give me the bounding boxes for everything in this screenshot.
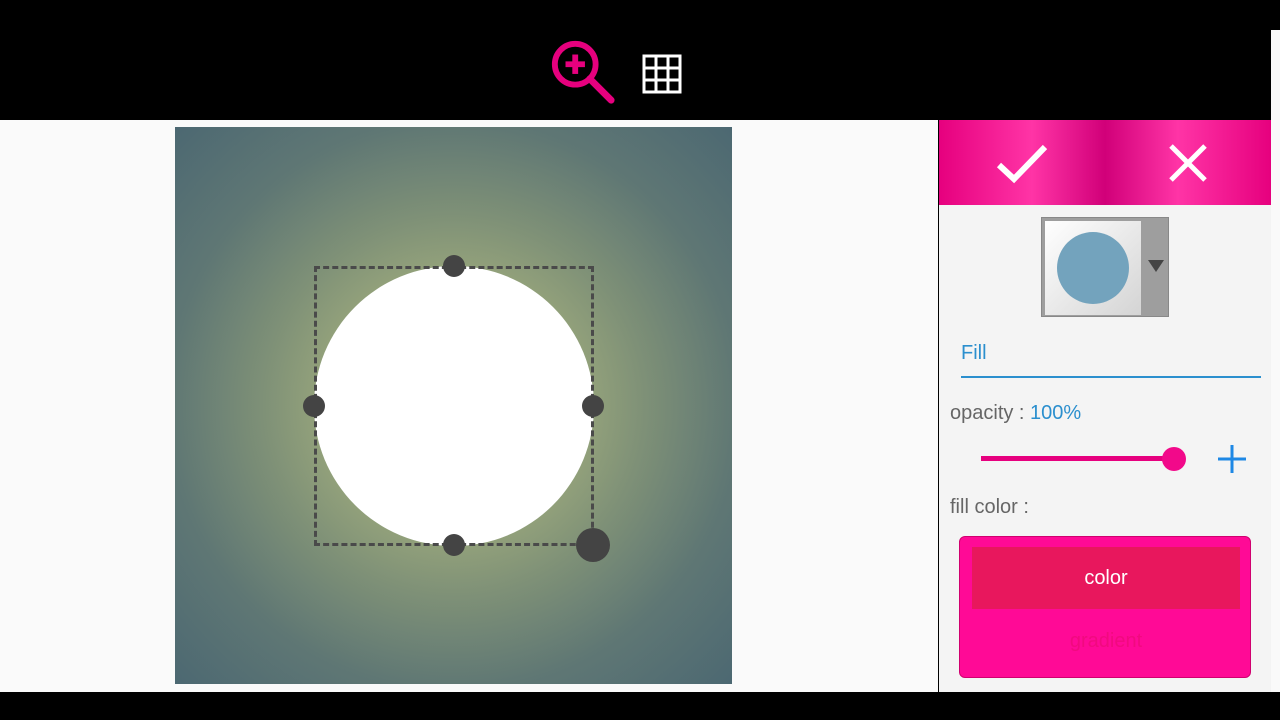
action-bar (939, 120, 1271, 205)
resize-handle-top[interactable] (443, 255, 465, 277)
resize-handle-left[interactable] (303, 395, 325, 417)
top-toolbar (0, 0, 1280, 120)
drawing-canvas[interactable] (175, 127, 732, 684)
gradient-option[interactable]: gradient (972, 617, 1240, 665)
check-icon (996, 144, 1048, 183)
grid-toggle-button[interactable] (636, 50, 688, 98)
slider-thumb[interactable] (1162, 447, 1186, 471)
panel-edge (1271, 30, 1280, 692)
dropdown-arrow-icon (1148, 260, 1164, 272)
fill-color-label: fill color : (950, 496, 1029, 518)
opacity-value: 100% (1030, 402, 1082, 424)
shape-properties-panel: Fill opacity : 100% fill color : color g… (939, 120, 1271, 692)
fill-color-picker: color gradient (959, 536, 1251, 678)
color-option[interactable]: color (972, 547, 1240, 609)
zoom-in-icon (551, 40, 615, 104)
opacity-label-text: opacity : (950, 402, 1031, 424)
resize-handle-bottom[interactable] (443, 534, 465, 556)
tab-fill-indicator (961, 376, 1261, 378)
shape-preview (1045, 221, 1141, 315)
tab-fill[interactable]: Fill (961, 342, 987, 365)
opacity-label: opacity : 100% (950, 402, 1081, 425)
slider-fill (981, 456, 1174, 461)
zoom-in-button[interactable] (549, 38, 617, 106)
bottom-bar (0, 692, 1280, 720)
circle-shape-icon (1057, 232, 1129, 304)
selection-box (314, 266, 594, 546)
shape-type-dropdown[interactable] (1041, 217, 1169, 317)
confirm-button[interactable] (939, 120, 1105, 205)
close-icon (1169, 143, 1207, 182)
resize-handle-right[interactable] (582, 395, 604, 417)
workspace (0, 120, 938, 692)
resize-handle-corner[interactable] (576, 528, 610, 562)
opacity-increase-button[interactable] (1215, 442, 1249, 476)
cancel-button[interactable] (1105, 120, 1271, 205)
opacity-slider[interactable] (981, 446, 1186, 471)
grid-icon (642, 54, 682, 94)
plus-icon (1218, 445, 1246, 473)
